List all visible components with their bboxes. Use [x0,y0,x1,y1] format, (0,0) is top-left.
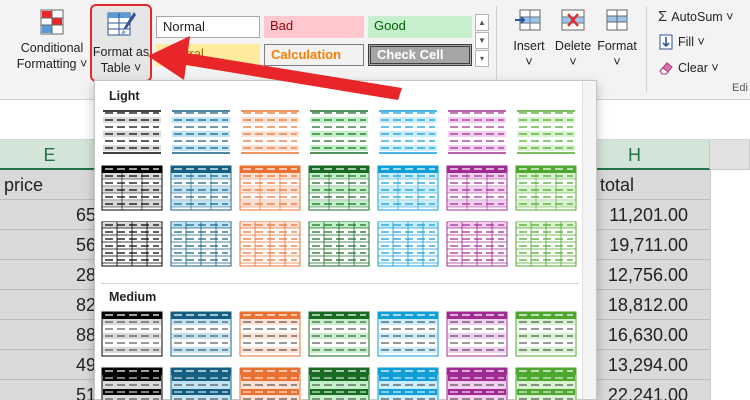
cell-empty[interactable] [710,380,750,400]
eraser-icon [659,62,673,75]
fill-button[interactable]: Fill ˅ [658,34,705,50]
table-style-thumbnail[interactable] [239,367,301,400]
sigma-icon: Σ [658,8,668,25]
format-chevron: ˅ [613,55,621,69]
table-style-thumbnail[interactable] [239,221,301,267]
insert-cells-icon [515,9,541,31]
table-style-thumbnail[interactable] [515,221,577,267]
table-styles-gallery: Light Medium [94,80,597,400]
cell-empty[interactable] [710,290,750,320]
table-style-thumbnail[interactable] [170,165,232,211]
cell-price[interactable]: 88 [0,320,100,350]
table-style-thumbnail[interactable] [170,311,232,357]
cell-styles-scroll: ▲ ▼ ▾ [475,14,489,70]
cell-style-neutral[interactable]: Neutral [156,44,260,66]
table-style-thumbnail[interactable] [515,367,577,400]
header-cell-price[interactable]: price [0,170,100,200]
delete-chevron: ˅ [569,55,577,69]
format-as-table-button[interactable]: Format as Table ˅ [90,4,152,82]
delete-label: Delete [554,39,592,53]
section-divider [101,283,579,284]
group-divider [646,6,647,92]
table-style-thumbnail[interactable] [515,311,577,357]
table-style-thumbnail[interactable] [446,311,508,357]
cell-style-calculation[interactable]: Calculation [264,44,364,66]
cell-price[interactable]: 49 [0,350,100,380]
conditional-formatting-button[interactable]: Conditional Formatting ˅ [14,8,90,72]
conditional-formatting-label-1: Conditional [20,41,84,55]
cell-empty[interactable] [710,170,750,200]
table-style-thumbnail[interactable] [170,221,232,267]
cell-empty[interactable] [710,260,750,290]
table-style-thumbnail[interactable] [377,165,439,211]
table-style-thumbnail[interactable] [377,367,439,400]
cell-price[interactable]: 56 [0,230,100,260]
delete-button[interactable]: Delete ˅ [552,8,594,70]
table-style-thumbnail[interactable] [515,165,577,211]
column-header-e[interactable]: E [0,140,100,170]
insert-chevron: ˅ [525,55,533,69]
scroll-down-icon[interactable]: ▼ [475,32,489,49]
fill-label: Fill ˅ [678,35,705,49]
table-style-thumbnail[interactable] [101,311,163,357]
insert-label: Insert [513,39,545,53]
cell-style-bad[interactable]: Bad [264,16,364,38]
cell-style-good[interactable]: Good [368,16,472,38]
format-as-table-label-2: Table ˅ [100,61,142,75]
table-style-thumbnail[interactable] [446,165,508,211]
autosum-label: AutoSum ˅ [671,9,734,24]
table-style-thumbnail[interactable] [446,367,508,400]
format-as-table-label-1: Format as [92,45,150,59]
table-style-thumbnail[interactable] [308,367,370,400]
format-button[interactable]: Format ˅ [596,8,638,70]
table-style-thumbnail[interactable] [101,367,163,400]
insert-button[interactable]: Insert ˅ [508,8,550,70]
autosum-button[interactable]: Σ AutoSum ˅ [658,8,733,25]
gallery-scrollbar[interactable] [582,81,596,399]
cell-empty[interactable] [710,200,750,230]
scroll-up-icon[interactable]: ▲ [475,14,489,31]
table-style-thumbnail[interactable] [308,165,370,211]
table-style-thumbnail[interactable] [170,109,232,155]
table-style-thumbnail[interactable] [101,109,163,155]
table-style-thumbnail[interactable] [170,367,232,400]
cell-price[interactable]: 51 [0,380,100,400]
table-style-thumbnail[interactable] [239,311,301,357]
column-header-i[interactable] [710,140,750,170]
clear-label: Clear ˅ [678,61,719,75]
cell-empty[interactable] [710,230,750,260]
cell-style-check-cell[interactable]: Check Cell [368,44,472,66]
delete-cells-icon [561,9,585,31]
editing-group-label: Edi [732,82,748,94]
cell-style-normal[interactable]: Normal [156,16,260,38]
clear-button[interactable]: Clear ˅ [658,60,719,76]
medium-section-label: Medium [109,290,157,304]
table-style-thumbnail[interactable] [446,109,508,155]
fill-down-icon [659,34,673,50]
format-cells-icon [606,9,628,31]
format-label: Format [597,39,637,53]
cell-empty[interactable] [710,350,750,380]
conditional-formatting-icon [40,9,64,35]
table-style-thumbnail[interactable] [308,311,370,357]
format-as-table-icon [107,12,136,36]
table-style-thumbnail[interactable] [101,165,163,211]
cell-price[interactable]: 65 [0,200,100,230]
table-style-thumbnail[interactable] [377,311,439,357]
cell-price[interactable]: 82 [0,290,100,320]
table-style-thumbnail[interactable] [446,221,508,267]
table-style-thumbnail[interactable] [308,109,370,155]
conditional-formatting-label-2: Formatting ˅ [16,57,88,71]
light-section-label: Light [109,89,140,103]
more-styles-icon[interactable]: ▾ [475,50,489,67]
table-style-thumbnail[interactable] [377,221,439,267]
cell-empty[interactable] [710,320,750,350]
table-style-thumbnail[interactable] [239,109,301,155]
table-style-thumbnail[interactable] [308,221,370,267]
cell-price[interactable]: 28 [0,260,100,290]
table-style-thumbnail[interactable] [101,221,163,267]
table-style-thumbnail[interactable] [515,109,577,155]
table-style-thumbnail[interactable] [377,109,439,155]
table-style-thumbnail[interactable] [239,165,301,211]
